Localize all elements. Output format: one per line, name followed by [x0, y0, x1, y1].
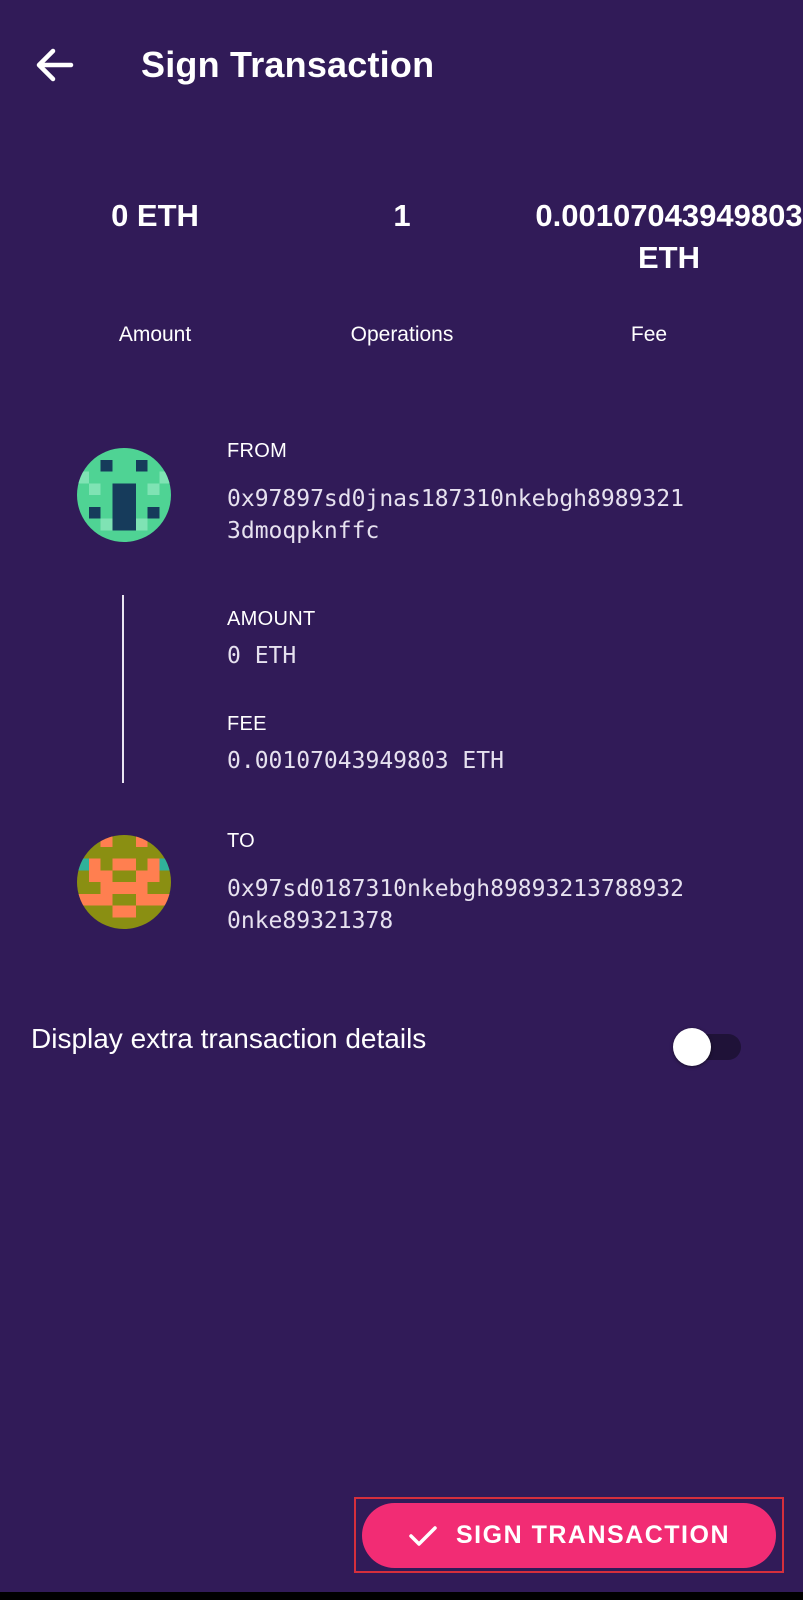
details-fee-label: FEE [227, 713, 267, 735]
from-address-line1: 0x97897sd0jnas187310nkebgh8989321 [227, 486, 684, 512]
to-label: TO [227, 830, 256, 852]
summary-amount-label: Amount [118, 323, 192, 346]
sign-transaction-label: SIGN TRANSACTION [456, 1521, 730, 1549]
details-amount-value: 0 ETH [227, 643, 297, 669]
back-button[interactable] [30, 40, 80, 90]
summary-operations-value: 1 [393, 198, 411, 233]
to-address-line1: 0x97sd0187310nkebgh89893213788932 [227, 876, 684, 902]
summary-amount-value: 0 ETH [111, 198, 199, 233]
transaction-summary: 0 ETH Amount 1 Operations 0.001070439498… [0, 180, 803, 370]
nav-bar-strip [0, 1592, 803, 1600]
check-icon [409, 1525, 437, 1546]
flow-connector-line [122, 595, 124, 783]
to-address-line2: 0nke89321378 [227, 908, 394, 934]
sign-button-highlight: SIGN TRANSACTION [354, 1497, 784, 1573]
summary-fee: 0.00107043949803 ETH Fee [535, 180, 803, 346]
extra-details-toggle[interactable] [673, 1028, 745, 1066]
extra-details-label: Display extra transaction details [31, 1023, 427, 1054]
summary-operations: 1 Operations [287, 180, 517, 346]
details-fee-value: 0.00107043949803 ETH [227, 748, 504, 774]
summary-fee-value: 0.00107043949803 ETH [535, 198, 803, 275]
from-address-line2: 3dmoqpknffc [227, 518, 380, 544]
to-avatar-icon [77, 835, 171, 929]
toggle-thumb [673, 1028, 711, 1066]
from-label: FROM [227, 440, 288, 462]
summary-amount: 0 ETH Amount [40, 180, 270, 346]
summary-operations-label: Operations [350, 323, 454, 346]
app-bar: Sign Transaction [0, 0, 803, 134]
details-amount-label: AMOUNT [227, 608, 316, 630]
arrow-left-icon [36, 48, 74, 82]
page-title: Sign Transaction [141, 44, 435, 85]
from-avatar-icon [77, 448, 171, 542]
sign-transaction-button[interactable]: SIGN TRANSACTION [362, 1503, 776, 1568]
summary-fee-label: Fee [630, 323, 668, 346]
